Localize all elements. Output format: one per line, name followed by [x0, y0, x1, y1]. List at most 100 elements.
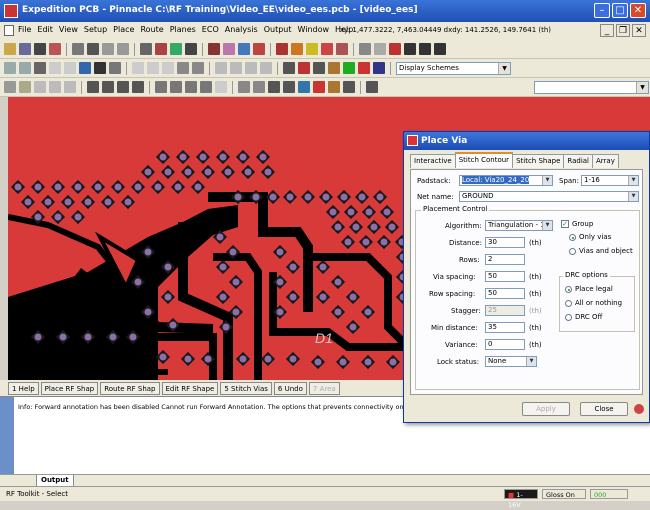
delete-icon[interactable] [49, 81, 61, 93]
merge-icon[interactable] [298, 81, 310, 93]
dimension-icon[interactable] [245, 62, 257, 74]
fkey-undo[interactable]: 6 Undo [273, 381, 307, 395]
measure-icon[interactable] [215, 62, 227, 74]
mirror-icon[interactable] [162, 62, 174, 74]
split-icon[interactable] [313, 81, 325, 93]
layer-icon[interactable] [155, 43, 167, 55]
variance-input[interactable]: 0 [485, 339, 525, 350]
outline-icon[interactable] [283, 81, 295, 93]
angle-icon[interactable] [260, 62, 272, 74]
stagger-input[interactable]: 25 [485, 305, 525, 316]
all-or-nothing-radio[interactable] [565, 300, 572, 307]
properties-icon[interactable] [359, 43, 371, 55]
rf-group-icon[interactable] [373, 62, 385, 74]
chamfer-icon[interactable] [170, 81, 182, 93]
binoculars-icon[interactable] [87, 43, 99, 55]
route-icon[interactable] [170, 43, 182, 55]
menu-view[interactable]: View [59, 25, 78, 34]
vertex-icon[interactable] [155, 81, 167, 93]
rf-curve-icon[interactable] [298, 62, 310, 74]
cross-probe-icon[interactable] [276, 43, 288, 55]
row-spacing-input[interactable]: 50 [485, 288, 525, 299]
menu-file[interactable]: File [18, 25, 31, 34]
mdi-minimize-button[interactable]: _ [600, 24, 614, 37]
padstack-dropdown[interactable]: Local: Via20_24_20 ▼ [459, 175, 553, 186]
fkey-area[interactable]: 7 Area [308, 381, 340, 395]
draw-line-icon[interactable] [87, 81, 99, 93]
close-button[interactable]: ✕ [630, 3, 646, 18]
trim-icon[interactable] [64, 81, 76, 93]
group-icon[interactable] [343, 81, 355, 93]
offset-icon[interactable] [200, 81, 212, 93]
move-icon[interactable] [19, 62, 31, 74]
hatch-icon[interactable] [268, 81, 280, 93]
filter-icon[interactable] [336, 43, 348, 55]
report-icon[interactable] [419, 43, 431, 55]
tab-radial[interactable]: Radial [563, 154, 593, 168]
via-spacing-input[interactable]: 50 [485, 271, 525, 282]
close-x-icon[interactable] [374, 43, 386, 55]
find-icon[interactable] [72, 43, 84, 55]
undo-icon[interactable] [102, 43, 114, 55]
zoom-out-icon[interactable] [49, 62, 61, 74]
save-icon[interactable] [19, 43, 31, 55]
close-dialog-button[interactable]: Close [580, 402, 628, 416]
fkey-help[interactable]: 1 Help [8, 381, 39, 395]
place-legal-radio[interactable] [565, 286, 572, 293]
draw-arc-icon[interactable] [102, 81, 114, 93]
cut-icon[interactable] [34, 81, 46, 93]
library-icon[interactable] [434, 43, 446, 55]
draw-rect-icon[interactable] [117, 81, 129, 93]
fanout-icon[interactable] [223, 43, 235, 55]
mdi-restore-button[interactable]: ❐ [616, 24, 630, 37]
rf-taper-icon[interactable] [328, 62, 340, 74]
menu-analysis[interactable]: Analysis [225, 25, 258, 34]
align-icon[interactable] [177, 62, 189, 74]
pad-icon[interactable] [109, 62, 121, 74]
drc-off-radio[interactable] [565, 314, 572, 321]
span-dropdown[interactable]: 1-16 ▼ [581, 175, 639, 186]
zoom-in-icon[interactable] [34, 62, 46, 74]
fkey-edit-rf-shape[interactable]: Edit RF Shape [161, 381, 219, 395]
via-icon[interactable] [94, 62, 106, 74]
menu-route[interactable]: Route [140, 25, 163, 34]
menu-place[interactable]: Place [113, 25, 134, 34]
settings-icon[interactable] [366, 81, 378, 93]
only-vias-radio[interactable] [569, 234, 576, 241]
fkey-route-rf-shape[interactable]: Route RF Shap [100, 381, 160, 395]
copy-icon[interactable] [132, 62, 144, 74]
tab-stitch-shape[interactable]: Stitch Shape [512, 154, 565, 168]
layer-select-dropdown[interactable]: ▼ [534, 80, 649, 94]
add-icon[interactable] [4, 81, 16, 93]
algorithm-dropdown[interactable]: Triangulation - 1 ▼ [485, 220, 553, 231]
sun-icon[interactable] [306, 43, 318, 55]
rf-shape-icon[interactable] [283, 62, 295, 74]
ruler-icon[interactable] [230, 62, 242, 74]
mdi-close-button[interactable]: ✕ [632, 24, 646, 37]
fillet-icon[interactable] [185, 81, 197, 93]
paste-icon[interactable] [147, 62, 159, 74]
vias-and-object-radio[interactable] [569, 248, 576, 255]
table-icon[interactable] [404, 43, 416, 55]
maximize-button[interactable]: □ [612, 3, 628, 18]
text-icon[interactable] [238, 81, 250, 93]
table-edit-icon[interactable] [253, 81, 265, 93]
menu-window[interactable]: Window [298, 25, 330, 34]
snap-icon[interactable] [215, 81, 227, 93]
rf-stub-icon[interactable] [343, 62, 355, 74]
distribute-icon[interactable] [192, 62, 204, 74]
menu-edit[interactable]: Edit [37, 25, 53, 34]
trace-icon[interactable] [79, 62, 91, 74]
drc-icon[interactable] [253, 43, 265, 55]
matrix-icon[interactable] [389, 43, 401, 55]
menu-setup[interactable]: Setup [84, 25, 107, 34]
tab-interactive[interactable]: Interactive [410, 154, 456, 168]
apply-button[interactable]: Apply [522, 402, 570, 416]
diamond-icon[interactable] [291, 43, 303, 55]
open-icon[interactable] [4, 43, 16, 55]
rows-input[interactable]: 2 [485, 254, 525, 265]
rf-via-icon[interactable] [358, 62, 370, 74]
menu-output[interactable]: Output [264, 25, 292, 34]
redo-icon[interactable] [117, 43, 129, 55]
menu-planes[interactable]: Planes [170, 25, 196, 34]
